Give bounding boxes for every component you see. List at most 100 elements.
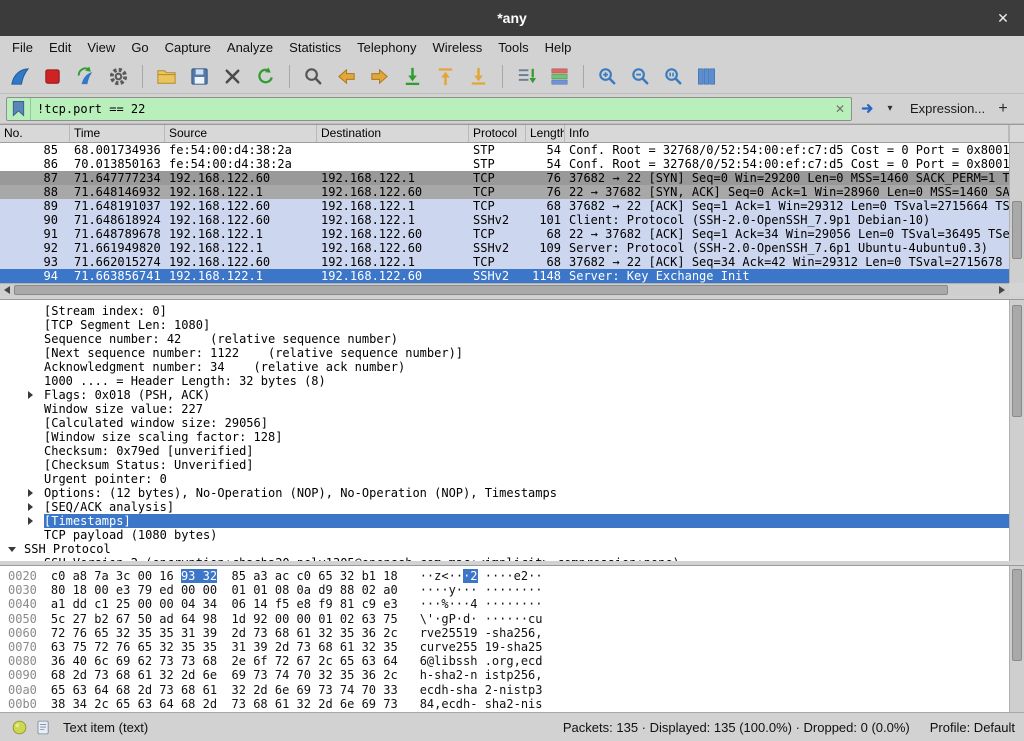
bytes-vscroll-thumb[interactable] (1012, 569, 1022, 661)
capture-comment-icon[interactable] (33, 717, 53, 737)
capture-options-button[interactable] (103, 62, 134, 91)
menu-analyze[interactable]: Analyze (219, 36, 281, 59)
find-packet-button[interactable] (298, 62, 329, 91)
zoom-original-button[interactable] (658, 62, 689, 91)
close-capture-button[interactable] (217, 62, 248, 91)
filter-apply-button[interactable] (856, 97, 882, 121)
filter-bookmark-icon[interactable] (7, 98, 31, 120)
detail-row[interactable]: SSH Protocol (0, 542, 1009, 556)
detail-row[interactable]: Window size value: 227 (0, 402, 1009, 416)
detail-row[interactable]: TCP payload (1080 bytes) (0, 528, 1009, 542)
detail-row[interactable]: Acknowledgment number: 34 (relative ack … (0, 360, 1009, 374)
restart-capture-button[interactable] (70, 62, 101, 91)
packet-row-93[interactable]: 9371.662015274192.168.122.60192.168.122.… (0, 255, 1009, 269)
menu-view[interactable]: View (79, 36, 123, 59)
packet-row-94[interactable]: 9471.663856741192.168.122.1192.168.122.6… (0, 269, 1009, 283)
menu-capture[interactable]: Capture (157, 36, 219, 59)
window-close-icon[interactable]: ✕ (988, 0, 1018, 36)
menu-telephony[interactable]: Telephony (349, 36, 424, 59)
expert-info-icon[interactable] (9, 717, 29, 737)
menu-edit[interactable]: Edit (41, 36, 79, 59)
menu-tools[interactable]: Tools (490, 36, 536, 59)
menu-statistics[interactable]: Statistics (281, 36, 349, 59)
packet-row-91[interactable]: 9171.648789678192.168.122.1192.168.122.6… (0, 227, 1009, 241)
save-file-button[interactable] (184, 62, 215, 91)
packet-row-92[interactable]: 9271.661949820192.168.122.1192.168.122.6… (0, 241, 1009, 255)
start-capture-button[interactable] (4, 62, 35, 91)
packet-row-90[interactable]: 9071.648618924192.168.122.60192.168.122.… (0, 213, 1009, 227)
hex-row-0020[interactable]: 0020c0 a8 7a 3c 00 16 93 32 85 a3 ac c0 … (0, 569, 1009, 583)
column-header-source[interactable]: Source (165, 125, 317, 142)
detail-row[interactable]: Sequence number: 42 (relative sequence n… (0, 332, 1009, 346)
hex-row-0040[interactable]: 0040a1 dd c1 25 00 00 04 34 06 14 f5 e8 … (0, 597, 1009, 611)
detail-row[interactable]: [TCP Segment Len: 1080] (0, 318, 1009, 332)
go-to-last-button[interactable] (463, 62, 494, 91)
hex-row-0070[interactable]: 007063 75 72 76 65 32 35 35 31 39 2d 73 … (0, 640, 1009, 654)
auto-scroll-button[interactable] (511, 62, 542, 91)
filter-input[interactable]: !tcp.port == 22 (31, 102, 829, 116)
packet-row-86[interactable]: 8670.013850163fe:54:00:d4:38:2aSTP54Conf… (0, 157, 1009, 171)
statusbar-profile[interactable]: Profile: Default (930, 720, 1015, 735)
menu-go[interactable]: Go (123, 36, 156, 59)
bytes-vscrollbar[interactable] (1009, 566, 1024, 712)
detail-row[interactable]: [Stream index: 0] (0, 304, 1009, 318)
detail-row[interactable]: Urgent pointer: 0 (0, 472, 1009, 486)
zoom-in-button[interactable] (592, 62, 623, 91)
go-to-packet-button[interactable] (397, 62, 428, 91)
hex-row-00b0[interactable]: 00b038 34 2c 65 63 64 68 2d 73 68 61 32 … (0, 697, 1009, 711)
packet-list-vscrollbar[interactable] (1009, 143, 1024, 283)
filter-dropdown-caret-icon[interactable]: ▾ (882, 103, 898, 114)
open-file-button[interactable] (151, 62, 182, 91)
packet-row-89[interactable]: 8971.648191037192.168.122.60192.168.122.… (0, 199, 1009, 213)
details-vscroll-thumb[interactable] (1012, 305, 1022, 417)
expander-icon[interactable] (28, 503, 33, 511)
reload-file-button[interactable] (250, 62, 281, 91)
menu-wireless[interactable]: Wireless (424, 36, 490, 59)
hex-row-0030[interactable]: 003080 18 00 e3 79 ed 00 00 01 01 08 0a … (0, 583, 1009, 597)
packet-list-hscrollbar[interactable] (0, 283, 1009, 296)
detail-row[interactable]: [SEQ/ACK analysis] (0, 500, 1009, 514)
column-header-length[interactable]: Length (526, 125, 565, 142)
column-header-protocol[interactable]: Protocol (469, 125, 526, 142)
filter-field[interactable]: !tcp.port == 22 ✕ (6, 97, 852, 121)
detail-row[interactable]: Options: (12 bytes), No-Operation (NOP),… (0, 486, 1009, 500)
hex-row-0090[interactable]: 009068 2d 73 68 61 32 2d 6e 69 73 74 70 … (0, 668, 1009, 682)
detail-row[interactable]: [Window size scaling factor: 128] (0, 430, 1009, 444)
hscroll-right-button[interactable] (995, 284, 1009, 296)
stop-capture-button[interactable] (37, 62, 68, 91)
packet-row-87[interactable]: 8771.647777234192.168.122.60192.168.122.… (0, 171, 1009, 185)
detail-row[interactable]: [Next sequence number: 1122 (relative se… (0, 346, 1009, 360)
go-back-button[interactable] (331, 62, 362, 91)
detail-row[interactable]: Checksum: 0x79ed [unverified] (0, 444, 1009, 458)
packet-list-vscroll-thumb[interactable] (1012, 201, 1022, 259)
hex-row-00a0[interactable]: 00a065 63 64 68 2d 73 68 61 32 2d 6e 69 … (0, 683, 1009, 697)
expander-icon[interactable] (28, 517, 33, 525)
hscroll-thumb[interactable] (14, 285, 948, 295)
hscroll-left-button[interactable] (0, 284, 14, 296)
go-forward-button[interactable] (364, 62, 395, 91)
column-header-info[interactable]: Info (565, 125, 1009, 142)
hex-row-0080[interactable]: 008036 40 6c 69 62 73 73 68 2e 6f 72 67 … (0, 654, 1009, 668)
detail-row[interactable]: [Calculated window size: 29056] (0, 416, 1009, 430)
expander-icon[interactable] (28, 489, 33, 497)
go-to-first-button[interactable] (430, 62, 461, 91)
detail-row[interactable]: Flags: 0x018 (PSH, ACK) (0, 388, 1009, 402)
resize-columns-button[interactable] (691, 62, 722, 91)
expression-button[interactable]: Expression... (910, 101, 985, 116)
column-header-time[interactable]: Time (70, 125, 165, 142)
colorize-packets-button[interactable] (544, 62, 575, 91)
packet-row-88[interactable]: 8871.648146932192.168.122.1192.168.122.6… (0, 185, 1009, 199)
hex-row-0050[interactable]: 00505c 27 b2 67 50 ad 64 98 1d 92 00 00 … (0, 612, 1009, 626)
menu-file[interactable]: File (4, 36, 41, 59)
filter-add-button[interactable]: + (992, 100, 1014, 118)
column-header-no[interactable]: No. (0, 125, 70, 142)
detail-row[interactable]: 1000 .... = Header Length: 32 bytes (8) (0, 374, 1009, 388)
menu-help[interactable]: Help (537, 36, 580, 59)
detail-row[interactable]: [Timestamps] (0, 514, 1009, 528)
expander-icon[interactable] (28, 391, 33, 399)
zoom-out-button[interactable] (625, 62, 656, 91)
hex-row-0060[interactable]: 006072 76 65 32 35 35 31 39 2d 73 68 61 … (0, 626, 1009, 640)
column-header-destination[interactable]: Destination (317, 125, 469, 142)
packet-row-85[interactable]: 8568.001734936fe:54:00:d4:38:2aSTP54Conf… (0, 143, 1009, 157)
detail-row[interactable]: [Checksum Status: Unverified] (0, 458, 1009, 472)
